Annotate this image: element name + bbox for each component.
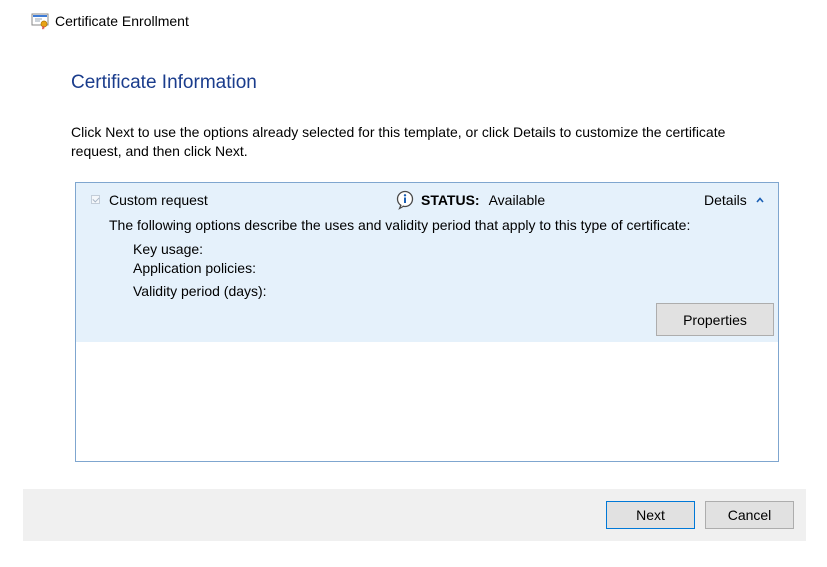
- page-title: Certificate Information: [71, 72, 257, 93]
- window-title: Certificate Enrollment: [55, 13, 189, 29]
- next-button[interactable]: Next: [606, 501, 695, 529]
- cancel-button[interactable]: Cancel: [705, 501, 794, 529]
- properties-button[interactable]: Properties: [656, 303, 774, 336]
- item-description: The following options describe the uses …: [109, 217, 691, 233]
- instructions-text: Click Next to use the options already se…: [71, 124, 726, 159]
- certificate-list[interactable]: Custom request STATUS: Available Details…: [75, 182, 779, 462]
- chevron-up-icon: [756, 197, 764, 203]
- details-toggle[interactable]: Details: [704, 192, 765, 208]
- application-policies-label: Application policies:: [133, 260, 256, 276]
- info-icon: [396, 190, 414, 210]
- details-label: Details: [704, 192, 747, 208]
- key-usage-label: Key usage:: [133, 241, 204, 257]
- custom-request-checkbox: [91, 195, 100, 204]
- item-name: Custom request: [109, 192, 208, 208]
- list-item-custom-request[interactable]: Custom request STATUS: Available Details…: [76, 183, 778, 342]
- status-label: STATUS:: [421, 192, 480, 208]
- title-bar: Certificate Enrollment: [31, 10, 189, 32]
- status-value: Available: [488, 192, 546, 208]
- validity-period-label: Validity period (days):: [133, 283, 267, 299]
- footer-bar: Next Cancel: [23, 489, 806, 541]
- status-group: STATUS: Available: [395, 190, 545, 210]
- certificate-icon: [31, 13, 49, 30]
